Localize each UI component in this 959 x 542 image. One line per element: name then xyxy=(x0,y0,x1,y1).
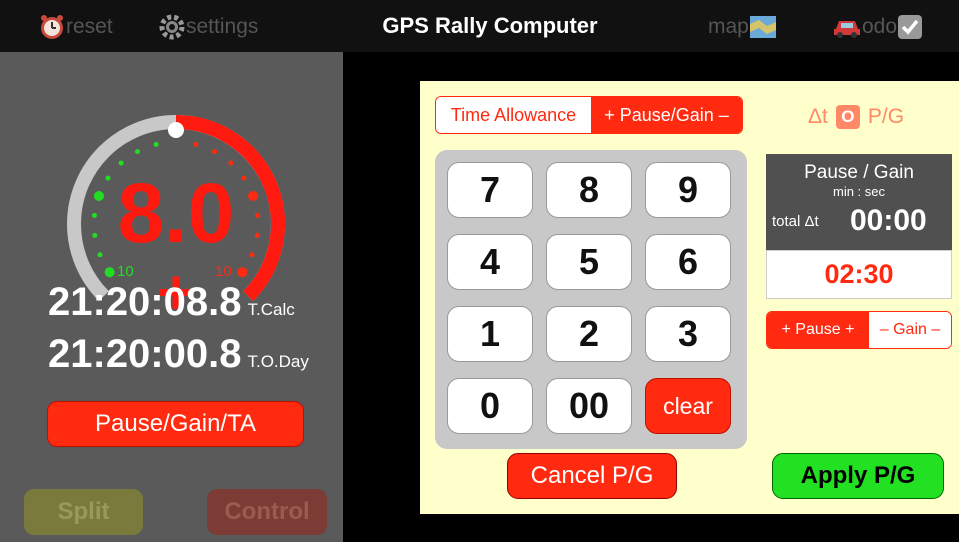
gauge-dot-left xyxy=(118,160,124,166)
time-allowance-tab[interactable]: Time Allowance xyxy=(436,97,591,133)
gauge-dot-left xyxy=(97,252,103,258)
gauge-dot-right xyxy=(193,141,199,147)
key-1[interactable]: 1 xyxy=(447,306,533,362)
gauge-right-scale: 10 xyxy=(215,263,232,280)
gauge-dot-right xyxy=(228,160,234,166)
gauge-dot-right xyxy=(241,175,247,181)
checkbox-checked-icon[interactable] xyxy=(897,14,923,40)
gauge-dot-left xyxy=(91,212,97,218)
gauge-dot-left xyxy=(153,141,159,147)
pause-gain-ta-button[interactable]: Pause/Gain/TA xyxy=(47,401,304,447)
reset-label: reset xyxy=(66,15,113,38)
mode-segmented-control: Time Allowance + Pause/Gain – xyxy=(435,96,743,134)
alarm-clock-icon xyxy=(41,15,63,39)
gain-option[interactable]: – Gain – xyxy=(869,312,951,348)
day-time: 21:20:00.8 xyxy=(48,332,242,376)
map-label: map xyxy=(708,15,749,38)
key-5[interactable]: 5 xyxy=(546,234,632,290)
delta-pg-label: Δt O P/G xyxy=(808,105,904,129)
map-icon xyxy=(749,16,776,38)
gauge-dot-left xyxy=(93,190,104,201)
pause-gain-toggle: + Pause + – Gain – xyxy=(766,311,952,349)
clear-key[interactable]: clear xyxy=(645,378,731,434)
calc-time: 21:20:08.8 xyxy=(48,280,242,324)
pause-gain-title: Pause / Gain xyxy=(804,162,914,183)
key-3[interactable]: 3 xyxy=(645,306,731,362)
min-sec-label: min : sec xyxy=(832,184,885,199)
pause-gain-panel: Time Allowance + Pause/Gain – Δt O P/G 7… xyxy=(420,81,959,514)
key-6[interactable]: 6 xyxy=(645,234,731,290)
control-button[interactable]: Control xyxy=(207,489,327,535)
gauge-dot-right xyxy=(255,212,261,218)
total-delta-value: 00:00 xyxy=(850,204,927,237)
gauge-dot-right xyxy=(249,252,255,258)
pg-text: P/G xyxy=(867,105,905,128)
pause-gain-display: Pause / Gain min : sec total Δt 00:00 xyxy=(766,154,952,250)
gauge-dot-left xyxy=(92,232,98,238)
day-time-row: 21:20:00.8 T.O.Day xyxy=(48,332,309,377)
settings-button[interactable]: settings xyxy=(158,10,258,44)
gauge-left-scale: 10 xyxy=(117,263,134,280)
top-bar: reset settings GPS Rally Computer map od… xyxy=(0,0,959,52)
numeric-keypad: 7 8 9 4 5 6 1 2 3 0 00 clear xyxy=(435,150,747,449)
key-0[interactable]: 0 xyxy=(447,378,533,434)
day-time-label: T.O.Day xyxy=(247,352,309,371)
gauge-dot-right xyxy=(248,190,259,201)
reset-button[interactable]: reset xyxy=(38,10,113,44)
pause-option[interactable]: + Pause + xyxy=(767,312,869,348)
o-badge: O xyxy=(835,105,860,129)
app-title: GPS Rally Computer xyxy=(382,13,598,38)
gauge-dot-right xyxy=(237,267,248,278)
gauge-indicator xyxy=(168,122,184,138)
gauge-dot-left xyxy=(105,175,111,181)
calc-time-label: T.Calc xyxy=(247,300,295,319)
gauge-dot-right xyxy=(211,149,217,155)
split-button[interactable]: Split xyxy=(24,489,143,535)
apply-pg-button[interactable]: Apply P/G xyxy=(772,453,944,499)
key-00[interactable]: 00 xyxy=(546,378,632,434)
gauge-dot-left xyxy=(104,267,115,278)
key-9[interactable]: 9 xyxy=(645,162,731,218)
gauge-dot-left xyxy=(135,149,141,155)
odo-label: odo xyxy=(862,15,898,38)
key-4[interactable]: 4 xyxy=(447,234,533,290)
pause-gain-entry[interactable]: 02:30 xyxy=(766,250,952,299)
settings-label: settings xyxy=(186,15,259,38)
odo-button[interactable]: odo xyxy=(832,10,923,44)
pause-gain-tab[interactable]: + Pause/Gain – xyxy=(591,97,742,133)
gear-icon xyxy=(159,14,185,40)
key-8[interactable]: 8 xyxy=(546,162,632,218)
delta-t-text: Δt xyxy=(808,105,828,128)
key-7[interactable]: 7 xyxy=(447,162,533,218)
left-panel: 8.0 + 10 10 21:20:08.8 T.Calc 21:20:00.8 T… xyxy=(0,52,343,542)
map-button[interactable]: map xyxy=(708,10,777,44)
cancel-pg-button[interactable]: Cancel P/G xyxy=(507,453,677,499)
calc-time-row: 21:20:08.8 T.Calc xyxy=(48,280,295,325)
total-delta-label: total Δt xyxy=(772,213,819,230)
gauge-dot-right xyxy=(254,232,260,238)
key-2[interactable]: 2 xyxy=(546,306,632,362)
gauge-value: 8.0 xyxy=(118,166,235,260)
car-icon xyxy=(834,21,860,38)
